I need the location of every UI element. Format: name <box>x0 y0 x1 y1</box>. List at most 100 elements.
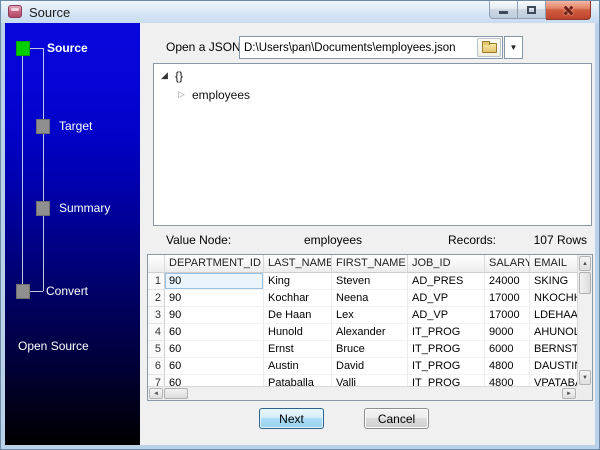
horizontal-scrollbar[interactable]: ◄ ► <box>148 386 577 400</box>
row-number[interactable]: 4 <box>148 324 165 341</box>
table-cell[interactable]: AD_VP <box>408 290 485 307</box>
close-icon <box>563 5 574 16</box>
table-cell[interactable]: NKOCHHA <box>530 290 577 307</box>
table-cell[interactable]: 17000 <box>485 307 530 324</box>
column-header[interactable]: JOB_ID <box>408 255 485 272</box>
row-number[interactable]: 2 <box>148 290 165 307</box>
table-cell[interactable]: Austin <box>264 358 332 375</box>
table-cell[interactable]: 6000 <box>485 341 530 358</box>
table-cell[interactable]: LDEHAAN <box>530 307 577 324</box>
scroll-up-icon: ▲ <box>582 260 588 267</box>
browse-folder-button[interactable] <box>477 38 501 57</box>
folder-open-icon <box>481 40 497 53</box>
table-cell[interactable]: 24000 <box>485 273 530 290</box>
table-cell[interactable]: Bruce <box>332 341 408 358</box>
step-connector-line <box>30 291 43 292</box>
column-header[interactable]: FIRST_NAME <box>332 255 408 272</box>
next-button[interactable]: Next <box>259 408 324 429</box>
column-header[interactable]: SALARY <box>485 255 530 272</box>
step-marker-convert <box>16 284 30 299</box>
table-cell[interactable]: Alexander <box>332 324 408 341</box>
table-cell[interactable]: 17000 <box>485 290 530 307</box>
table-cell[interactable]: 90 <box>165 307 264 324</box>
tree-node-employees[interactable]: ▷ employees <box>154 85 591 104</box>
records-label: Records: <box>448 233 497 247</box>
chevron-down-icon: ▼ <box>509 43 518 52</box>
table-cell[interactable]: 4800 <box>485 375 530 386</box>
tree-collapsed-icon[interactable]: ▷ <box>178 89 190 100</box>
table-cell[interactable]: Kochhar <box>264 290 332 307</box>
scroll-up-button[interactable]: ▲ <box>579 256 591 271</box>
row-number[interactable]: 3 <box>148 307 165 324</box>
step-connector-line <box>30 48 43 49</box>
table-cell[interactable]: 60 <box>165 375 264 386</box>
tree-child-label: employees <box>192 87 251 102</box>
value-node-value: employees <box>304 233 363 247</box>
table-cell[interactable]: Hunold <box>264 324 332 341</box>
row-number-header <box>148 255 165 272</box>
tree-expanded-icon[interactable]: ◢ <box>161 70 173 81</box>
scroll-left-button[interactable]: ◄ <box>149 388 163 399</box>
table-cell[interactable]: 60 <box>165 358 264 375</box>
table-cell[interactable]: AHUNOLD <box>530 324 577 341</box>
step-label-convert: Convert <box>46 284 89 298</box>
cancel-button[interactable]: Cancel <box>364 408 429 429</box>
table-header-row: DEPARTMENT_ID LAST_NAME FIRST_NAME JOB_ID SA… <box>148 255 577 273</box>
row-number[interactable]: 5 <box>148 341 165 358</box>
scroll-right-button[interactable]: ► <box>562 388 576 399</box>
step-marker-source <box>16 41 30 56</box>
step-connector-line <box>43 48 44 291</box>
table-cell[interactable]: 90 <box>165 290 264 307</box>
table-cell[interactable]: 90 <box>165 273 264 290</box>
table-cell[interactable]: Ernst <box>264 341 332 358</box>
row-number[interactable]: 1 <box>148 273 165 290</box>
open-source-label: Open Source <box>18 339 89 353</box>
tree-node-root[interactable]: ◢ {} <box>154 66 591 85</box>
table-cell[interactable]: 60 <box>165 341 264 358</box>
table-cell[interactable]: IT_PROG <box>408 341 485 358</box>
vertical-scroll-thumb[interactable] <box>579 272 591 294</box>
table-cell[interactable]: King <box>264 273 332 290</box>
table-row: 390De HaanLexAD_VP17000LDEHAAN <box>148 307 577 324</box>
file-path-input[interactable] <box>240 41 477 54</box>
step-label-target: Target <box>59 119 93 133</box>
table-cell[interactable]: 9000 <box>485 324 530 341</box>
maximize-button[interactable] <box>518 1 546 19</box>
step-marker-target <box>36 119 50 134</box>
table-cell[interactable]: 60 <box>165 324 264 341</box>
file-path-combo: ▼ <box>239 36 523 59</box>
scroll-down-icon: ▼ <box>582 374 588 381</box>
table-cell[interactable]: DAUSTIN <box>530 358 577 375</box>
table-cell[interactable]: Valli <box>332 375 408 386</box>
row-number[interactable]: 6 <box>148 358 165 375</box>
row-number[interactable]: 7 <box>148 375 165 386</box>
column-header[interactable]: LAST_NAME <box>264 255 332 272</box>
table-row: 5 60 Ernst Bruce IT_PROG 6000 BERNST <box>148 341 577 358</box>
table-cell[interactable]: Steven <box>332 273 408 290</box>
table-cell[interactable]: BERNST <box>530 341 577 358</box>
table-cell[interactable]: IT_PROG <box>408 375 485 386</box>
scroll-down-button[interactable]: ▼ <box>579 370 591 385</box>
table-cell[interactable]: VPATABA <box>530 375 577 386</box>
column-header[interactable]: EMAIL <box>530 255 577 272</box>
table-cell[interactable]: Lex <box>332 307 408 324</box>
close-button[interactable] <box>546 1 591 20</box>
table-cell[interactable]: 4800 <box>485 358 530 375</box>
tree-root-label: {} <box>175 68 184 83</box>
column-header[interactable]: DEPARTMENT_ID <box>165 255 264 272</box>
table-cell[interactable]: IT_PROG <box>408 324 485 341</box>
file-path-dropdown-button[interactable]: ▼ <box>504 36 523 59</box>
table-cell[interactable]: De Haan <box>264 307 332 324</box>
minimize-button[interactable] <box>489 1 518 19</box>
horizontal-scroll-thumb[interactable] <box>164 388 188 399</box>
table-cell[interactable]: AD_VP <box>408 307 485 324</box>
table-cell[interactable]: AD_PRES <box>408 273 485 290</box>
vertical-scrollbar[interactable]: ▲ ▼ <box>577 255 592 386</box>
table-cell[interactable]: David <box>332 358 408 375</box>
table-cell[interactable]: Neena <box>332 290 408 307</box>
window-title: Source <box>29 5 71 20</box>
table-cell[interactable]: SKING <box>530 273 577 290</box>
table-cell[interactable]: IT_PROG <box>408 358 485 375</box>
table-cell[interactable]: Pataballa <box>264 375 332 386</box>
maximize-icon <box>527 5 536 14</box>
